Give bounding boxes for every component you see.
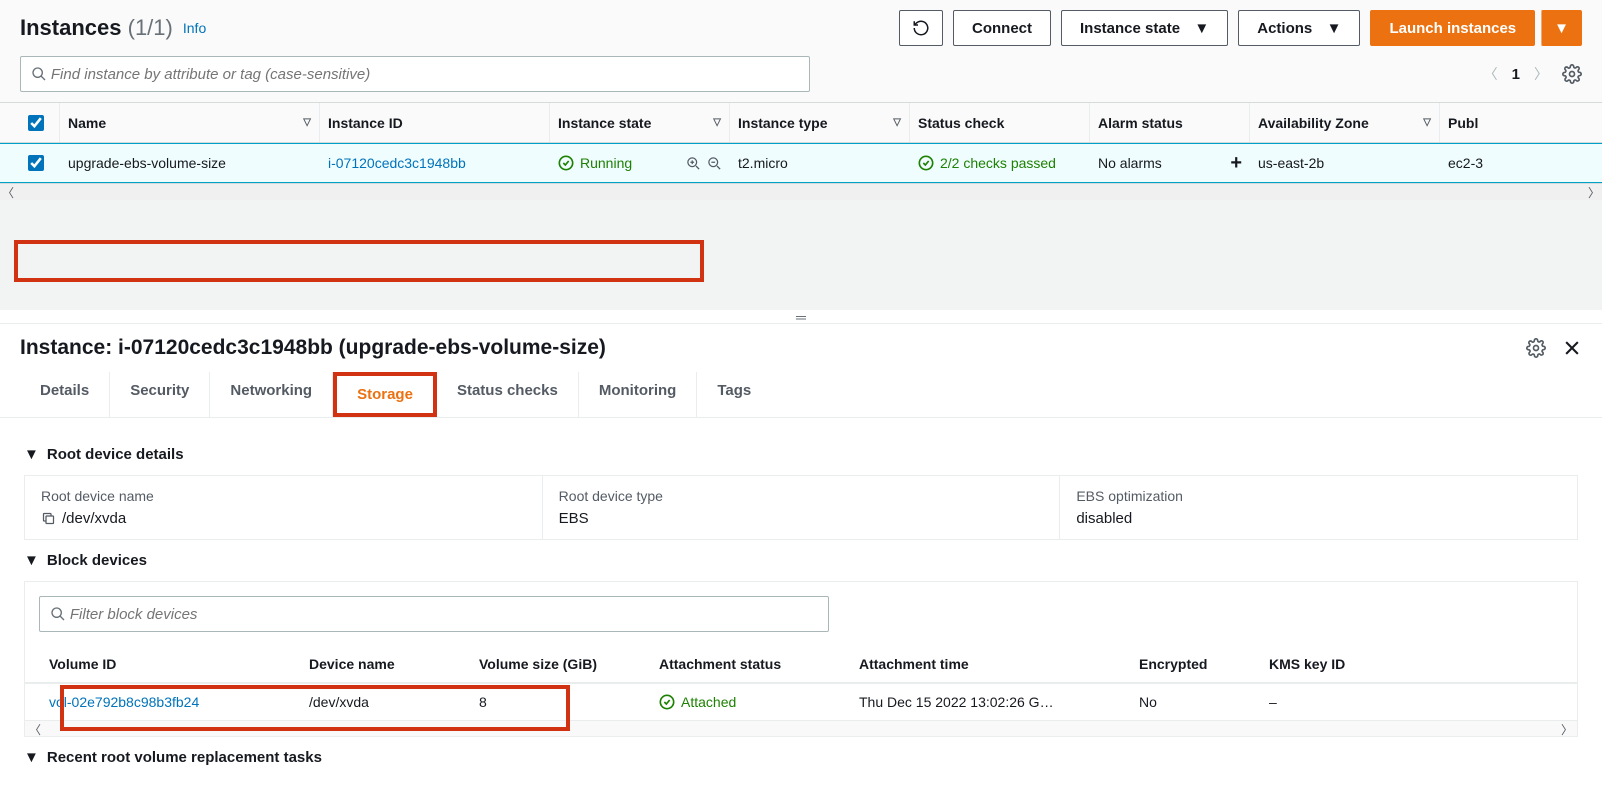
section-root-device[interactable]: ▼Root device details	[24, 446, 1578, 463]
instance-id-link[interactable]: i-07120cedc3c1948bb	[328, 155, 466, 171]
block-device-row[interactable]: vol-02e792b8c98b3fb24 /dev/xvda 8 Attach…	[25, 683, 1577, 720]
col-name[interactable]: Name	[68, 115, 106, 131]
attachment-time: Thu Dec 15 2022 13:02:26 G…	[849, 694, 1129, 710]
col-dns[interactable]: Publ	[1448, 115, 1478, 131]
refresh-icon	[912, 19, 930, 37]
attachment-status: Attached	[681, 694, 736, 710]
availability-zone: us-east-2b	[1258, 155, 1324, 171]
section-recent-tasks[interactable]: ▼Recent root volume replacement tasks	[24, 749, 1578, 766]
search-icon	[50, 606, 66, 622]
col-instance-state[interactable]: Instance state	[558, 115, 651, 131]
select-all-checkbox[interactable]	[28, 115, 44, 131]
actions-dropdown[interactable]: Actions ▼	[1238, 10, 1360, 46]
device-name: /dev/xvda	[299, 694, 469, 710]
check-circle-icon	[918, 155, 934, 171]
zoom-out-icon[interactable]	[707, 156, 722, 171]
col-encrypted[interactable]: Encrypted	[1129, 656, 1259, 672]
info-link[interactable]: Info	[183, 20, 206, 36]
status-check: 2/2 checks passed	[940, 155, 1056, 171]
resize-handle[interactable]: ═	[0, 310, 1602, 324]
sort-icon[interactable]: ▽	[1423, 117, 1431, 128]
sort-icon[interactable]: ▽	[303, 117, 311, 128]
tab-storage[interactable]: Storage	[333, 372, 437, 417]
close-icon[interactable]	[1562, 338, 1582, 358]
col-volume-size[interactable]: Volume size (GiB)	[469, 656, 649, 672]
check-circle-icon	[558, 155, 574, 171]
launch-instances-caret[interactable]: ▼	[1541, 10, 1582, 46]
connect-button[interactable]: Connect	[953, 10, 1051, 46]
page-number: 1	[1512, 66, 1520, 83]
search-input[interactable]	[51, 66, 799, 83]
sort-icon[interactable]: ▽	[893, 117, 901, 128]
tab-tags[interactable]: Tags	[697, 372, 771, 417]
tab-details[interactable]: Details	[20, 372, 110, 417]
block-filter-input[interactable]	[70, 606, 818, 623]
root-device-type-value: EBS	[559, 510, 1044, 527]
table-row[interactable]: upgrade-ebs-volume-size i-07120cedc3c194…	[0, 143, 1602, 183]
instance-type: t2.micro	[738, 155, 788, 171]
volume-id-link[interactable]: vol-02e792b8c98b3fb24	[49, 694, 199, 710]
col-attachment-status[interactable]: Attachment status	[649, 656, 849, 672]
ebs-optimization-label: EBS optimization	[1076, 488, 1561, 504]
col-instance-type[interactable]: Instance type	[738, 115, 827, 131]
refresh-button[interactable]	[899, 10, 943, 46]
col-device-name[interactable]: Device name	[299, 656, 469, 672]
tab-monitoring[interactable]: Monitoring	[579, 372, 697, 417]
page-next[interactable]: 〉	[1534, 64, 1548, 84]
instance-state: Running	[580, 155, 632, 171]
alarm-status: No alarms	[1098, 155, 1162, 171]
col-instance-id[interactable]: Instance ID	[328, 115, 403, 131]
col-alarm-status[interactable]: Alarm status	[1098, 115, 1183, 131]
row-checkbox[interactable]	[28, 155, 44, 171]
instance-state-dropdown[interactable]: Instance state ▼	[1061, 10, 1228, 46]
sort-icon[interactable]: ▽	[713, 117, 721, 128]
check-circle-icon	[659, 694, 675, 710]
col-attachment-time[interactable]: Attachment time	[849, 656, 1129, 672]
add-alarm-icon[interactable]: +	[1230, 152, 1242, 175]
horizontal-scrollbar[interactable]: 〈〉	[25, 720, 1577, 736]
tab-status-checks[interactable]: Status checks	[437, 372, 579, 417]
tab-networking[interactable]: Networking	[210, 372, 333, 417]
spacer	[0, 200, 1602, 310]
caret-down-icon: ▼	[24, 446, 39, 463]
page-prev[interactable]: 〈	[1484, 64, 1498, 84]
kms-key: –	[1259, 694, 1419, 710]
search-icon	[31, 66, 47, 82]
caret-down-icon: ▼	[24, 552, 39, 569]
encrypted: No	[1129, 694, 1259, 710]
copy-icon[interactable]	[41, 511, 56, 526]
instance-count: (1/1)	[128, 15, 173, 40]
settings-icon[interactable]	[1562, 64, 1582, 84]
tab-security[interactable]: Security	[110, 372, 210, 417]
volume-size: 8	[469, 694, 649, 710]
horizontal-scrollbar[interactable]: 〈〉	[0, 184, 1602, 200]
public-dns: ec2-3	[1448, 155, 1483, 171]
col-kms-key[interactable]: KMS key ID	[1259, 656, 1419, 672]
ebs-optimization-value: disabled	[1076, 510, 1561, 527]
search-wrapper[interactable]	[20, 56, 810, 92]
section-block-devices[interactable]: ▼Block devices	[24, 552, 1578, 569]
caret-down-icon: ▼	[24, 749, 39, 766]
root-device-name-label: Root device name	[41, 488, 526, 504]
instance-name: upgrade-ebs-volume-size	[68, 155, 226, 171]
root-device-name-value: /dev/xvda	[62, 510, 126, 527]
settings-icon[interactable]	[1526, 338, 1546, 358]
page-title: Instances (1/1)	[20, 15, 173, 41]
col-volume-id[interactable]: Volume ID	[39, 656, 299, 672]
col-status-check[interactable]: Status check	[918, 115, 1004, 131]
launch-instances-button[interactable]: Launch instances	[1370, 10, 1535, 46]
block-filter-wrapper[interactable]	[39, 596, 829, 632]
zoom-in-icon[interactable]	[686, 156, 701, 171]
root-device-type-label: Root device type	[559, 488, 1044, 504]
detail-title: Instance: i-07120cedc3c1948bb (upgrade-e…	[20, 336, 606, 360]
col-az[interactable]: Availability Zone	[1258, 115, 1369, 131]
